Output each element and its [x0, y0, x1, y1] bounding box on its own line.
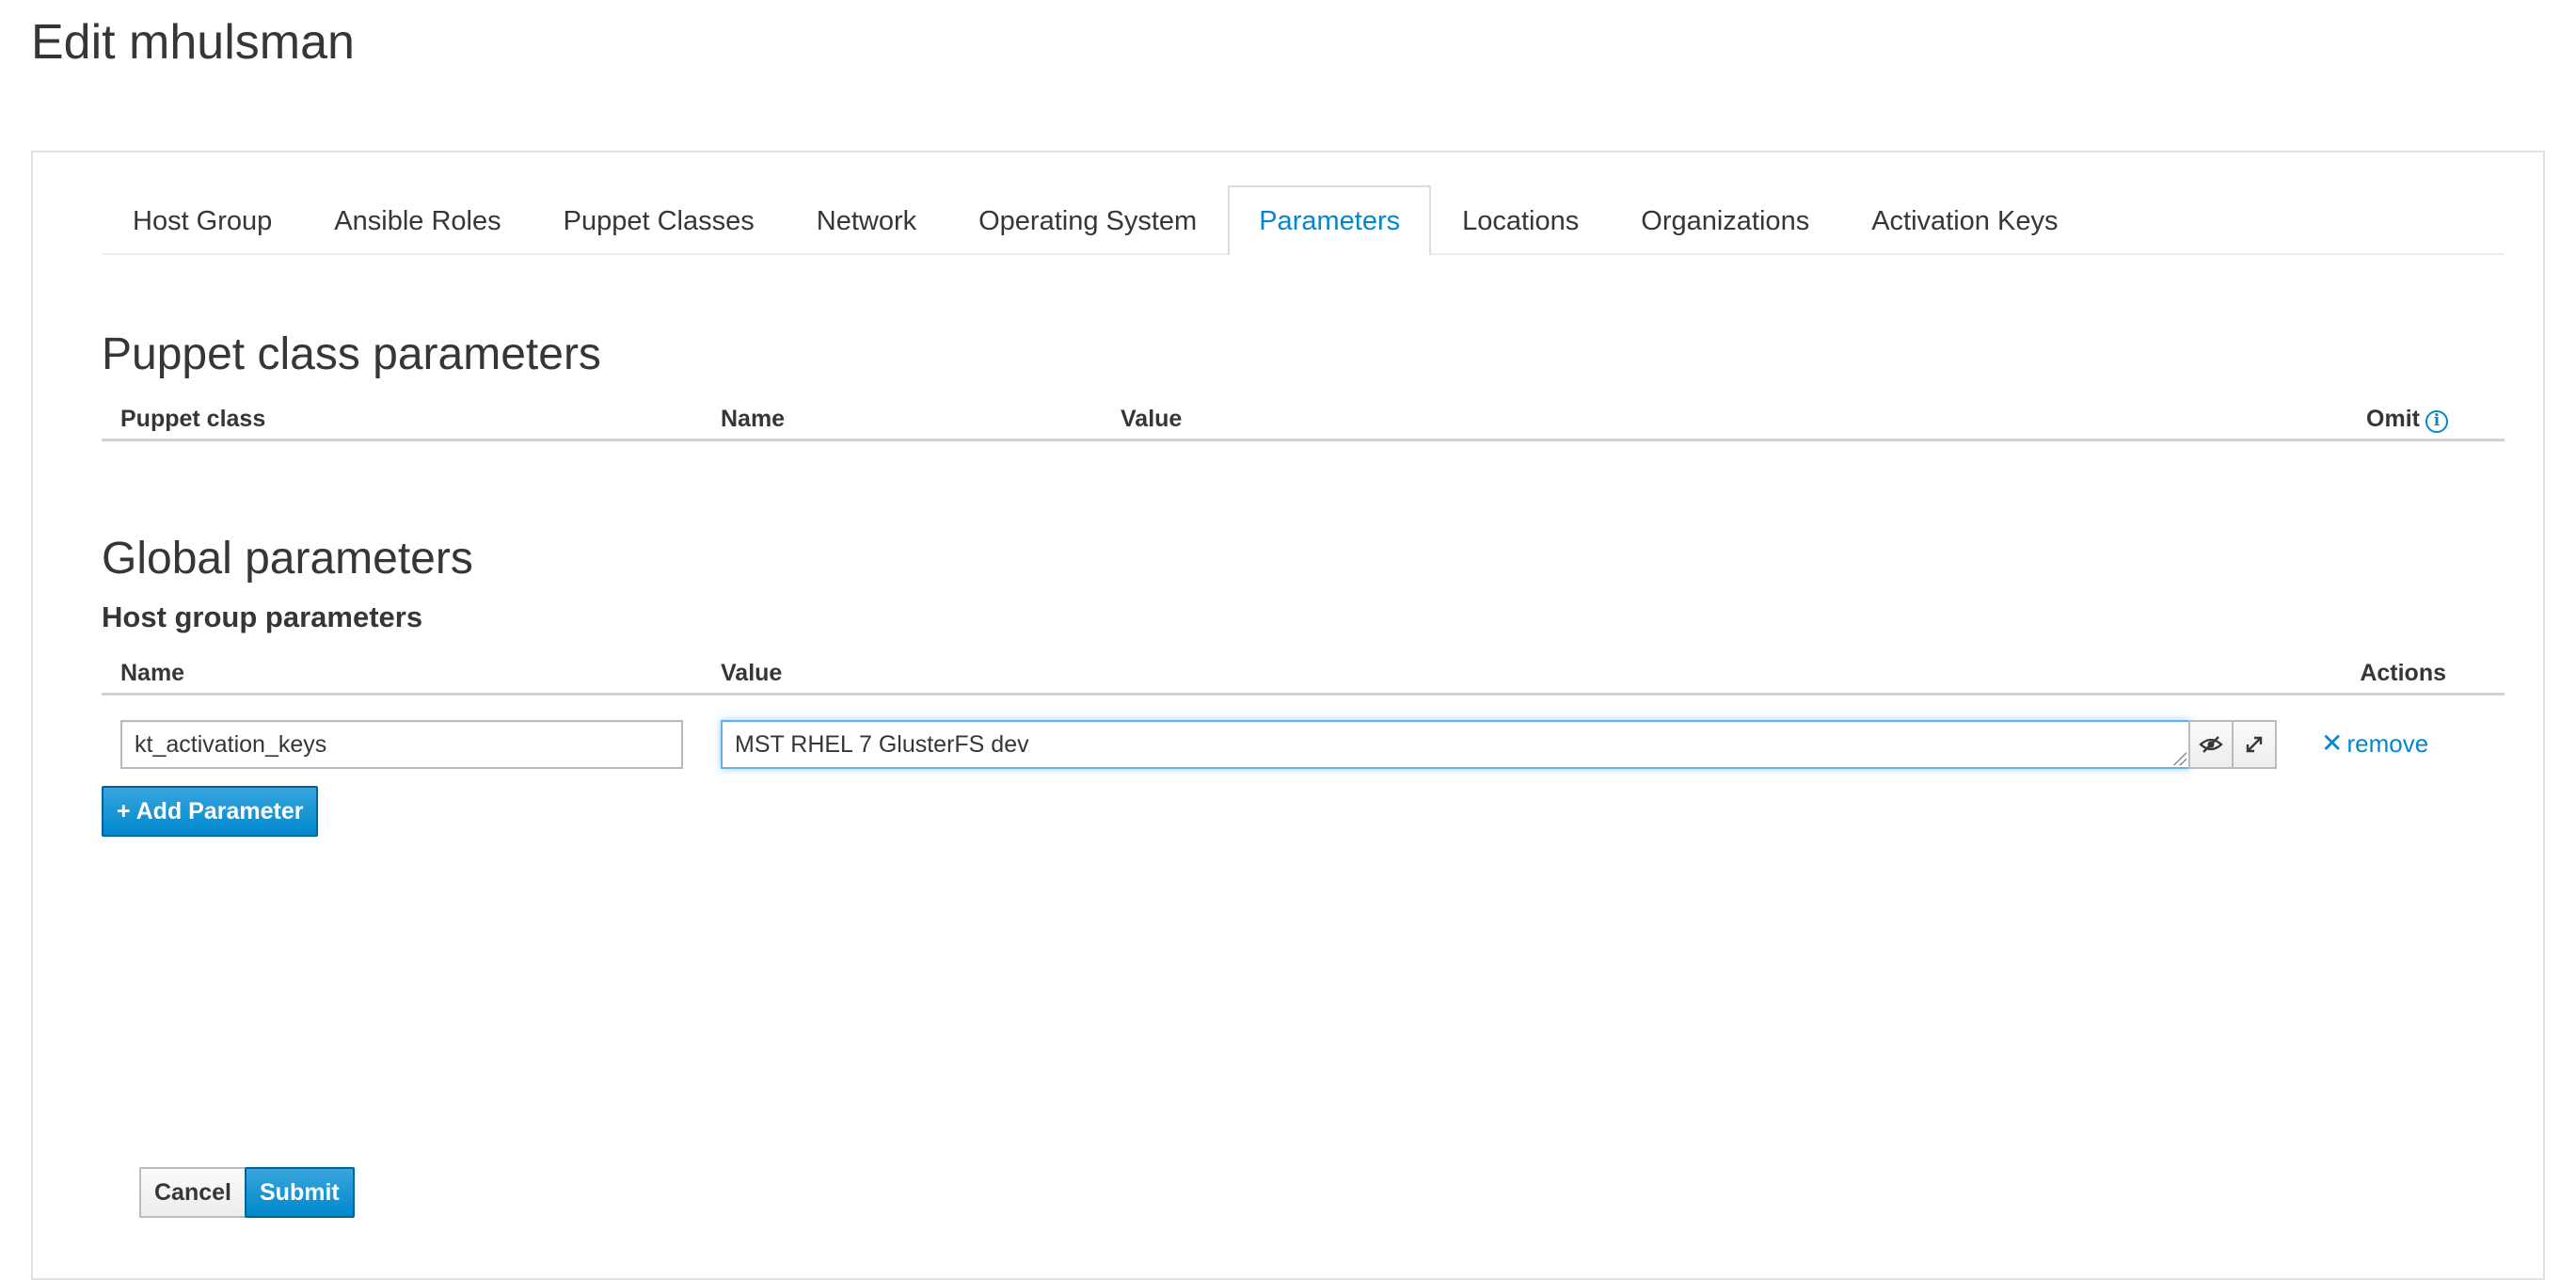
column-value: Value — [1121, 406, 1183, 432]
remove-parameter-link[interactable]: ✕ remove — [2321, 728, 2428, 760]
page-title: Edit mhulsman — [31, 15, 355, 70]
puppet-params-table-header: Puppet class Name Value Omit i — [102, 400, 2504, 441]
resize-handle[interactable] — [2171, 750, 2186, 765]
column-omit-label: Omit — [2366, 406, 2420, 432]
remove-label: remove — [2346, 729, 2429, 758]
edit-form-panel: Host Group Ansible Roles Puppet Classes … — [31, 151, 2545, 1280]
eye-slash-icon — [2199, 736, 2223, 753]
expand-value-button[interactable] — [2232, 720, 2277, 769]
tab-network[interactable]: Network — [786, 185, 947, 253]
toggle-hidden-value-button[interactable] — [2188, 720, 2234, 769]
info-circle-icon[interactable]: i — [2425, 410, 2448, 433]
parameter-value-textarea[interactable]: MST RHEL 7 GlusterFS dev — [721, 720, 2190, 769]
parameter-value-text: MST RHEL 7 GlusterFS dev — [735, 731, 1029, 758]
column-name: Name — [721, 406, 786, 432]
column-puppet-class: Puppet class — [120, 406, 266, 432]
global-params-table-header: Name Value Actions — [102, 654, 2504, 696]
parameter-name-input[interactable]: kt_activation_keys — [120, 720, 683, 769]
column-value: Value — [721, 660, 783, 686]
submit-button[interactable]: Submit — [245, 1167, 355, 1218]
tab-parameters[interactable]: Parameters — [1228, 185, 1432, 255]
close-icon: ✕ — [2321, 728, 2344, 758]
column-actions: Actions — [2360, 660, 2446, 686]
table-row: kt_activation_keys MST RHEL 7 GlusterFS … — [33, 720, 2543, 769]
host-group-parameters-heading: Host group parameters — [102, 600, 423, 633]
column-name: Name — [120, 660, 185, 686]
add-parameter-button[interactable]: + Add Parameter — [102, 786, 319, 837]
cancel-button[interactable]: Cancel — [139, 1167, 246, 1218]
tab-puppet-classes[interactable]: Puppet Classes — [533, 185, 786, 253]
tab-activation-keys[interactable]: Activation Keys — [1840, 185, 2089, 253]
tab-ansible-roles[interactable]: Ansible Roles — [303, 185, 532, 253]
global-parameters-heading: Global parameters — [102, 534, 473, 584]
tab-host-group[interactable]: Host Group — [102, 185, 303, 253]
expand-icon — [2246, 736, 2263, 753]
column-omit: Omit i — [2366, 404, 2448, 434]
tab-locations[interactable]: Locations — [1431, 185, 1610, 253]
puppet-class-parameters-heading: Puppet class parameters — [102, 329, 601, 379]
tab-operating-system[interactable]: Operating System — [947, 185, 1228, 253]
tab-bar: Host Group Ansible Roles Puppet Classes … — [102, 185, 2504, 255]
tab-organizations[interactable]: Organizations — [1610, 185, 1840, 253]
